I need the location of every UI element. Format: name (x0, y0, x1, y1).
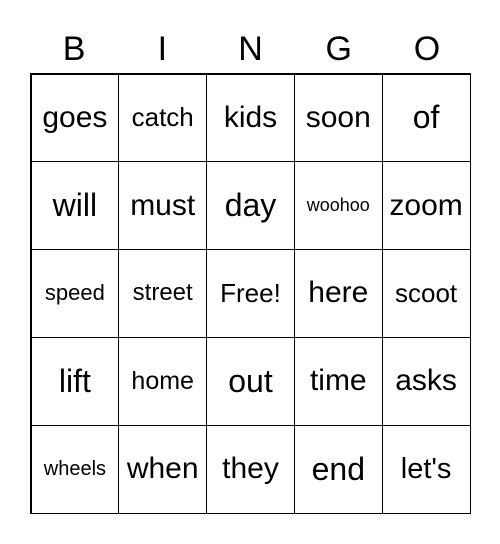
bingo-cell[interactable]: they (206, 424, 295, 514)
header-letter-g: G (325, 30, 352, 68)
bingo-cell[interactable]: street (118, 249, 208, 338)
bingo-cell[interactable]: will (30, 161, 120, 251)
bingo-cell[interactable]: time (293, 336, 383, 426)
bingo-cell[interactable]: woohoo (293, 161, 383, 251)
bingo-cell[interactable]: lift (30, 336, 120, 426)
bingo-cell[interactable]: wheels (30, 424, 120, 514)
bingo-cell[interactable]: when (118, 424, 208, 514)
bingo-cell[interactable]: speed (30, 249, 120, 338)
bingo-cell[interactable]: day (206, 161, 295, 251)
bingo-cell[interactable]: must (118, 161, 208, 251)
bingo-cell[interactable]: asks (381, 336, 471, 426)
header-letter-o: O (413, 30, 441, 68)
bingo-cell[interactable]: zoom (381, 161, 471, 251)
bingo-cell[interactable]: kids (206, 73, 295, 163)
header-letter-n: N (238, 30, 263, 68)
bingo-cell[interactable]: here (293, 249, 383, 338)
bingo-cell[interactable]: goes (30, 73, 120, 163)
bingo-cell[interactable]: of (381, 73, 471, 163)
bingo-header: B I N G O (30, 24, 471, 74)
bingo-cell[interactable]: out (206, 336, 295, 426)
bingo-cell[interactable]: scoot (381, 249, 471, 338)
header-letter-i: I (157, 30, 168, 68)
header-letter-b: B (62, 30, 86, 68)
bingo-cell[interactable]: Free! (206, 249, 295, 338)
bingo-cell[interactable]: soon (293, 73, 383, 163)
bingo-cell[interactable]: home (118, 336, 208, 426)
bingo-cell[interactable]: end (293, 424, 383, 514)
bingo-cell[interactable]: let's (381, 424, 471, 514)
bingo-cell[interactable]: catch (118, 73, 208, 163)
bingo-grid: goes catch kids soon of will must day woohoo zoom… (30, 73, 471, 514)
